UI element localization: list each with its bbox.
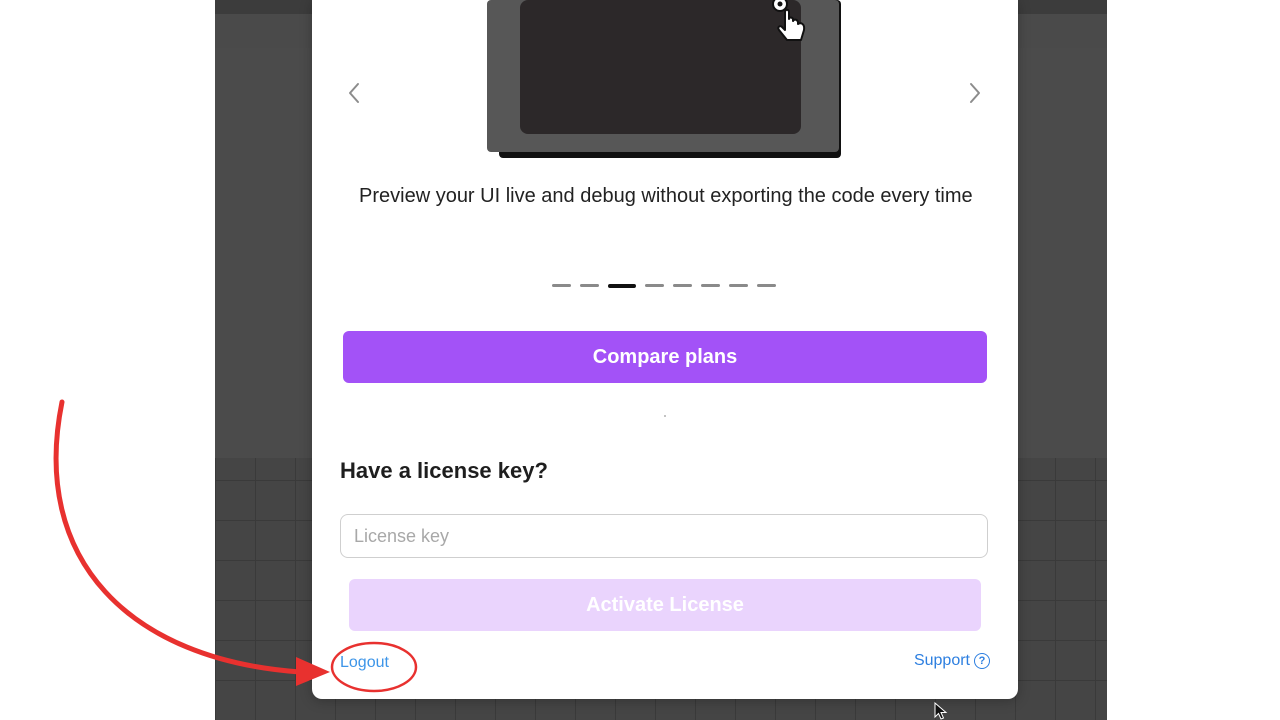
separator-dot [664, 415, 666, 417]
support-link[interactable]: Support ? [914, 652, 990, 670]
carousel-dot[interactable] [701, 284, 720, 287]
carousel-dot[interactable] [729, 284, 748, 287]
carousel-dot[interactable] [673, 284, 692, 287]
support-label: Support [913, 652, 970, 669]
chevron-right-icon [970, 83, 980, 103]
upgrade-modal: Preview your UI live and debug without e… [312, 0, 1018, 699]
feature-illustration [487, 0, 841, 158]
chevron-left-icon [349, 83, 359, 103]
logout-link[interactable]: Logout [340, 654, 389, 672]
license-heading: Have a license key? [340, 458, 548, 483]
carousel-pagination [552, 283, 776, 288]
help-circle-icon: ? [974, 653, 990, 669]
carousel-dot[interactable] [580, 284, 599, 287]
compare-plans-button[interactable]: Compare plans [343, 331, 987, 383]
license-key-input[interactable] [340, 514, 988, 558]
mouse-cursor-icon [934, 702, 948, 720]
carousel-dot[interactable] [552, 284, 571, 287]
carousel-next-button[interactable] [959, 78, 989, 108]
carousel-prev-button[interactable] [340, 78, 370, 108]
activate-license-button[interactable]: Activate License [349, 579, 981, 631]
carousel-dot[interactable] [645, 284, 664, 287]
carousel-dot[interactable] [757, 284, 776, 287]
carousel-caption: Preview your UI live and debug without e… [359, 185, 973, 207]
carousel-dot-active[interactable] [608, 283, 636, 288]
